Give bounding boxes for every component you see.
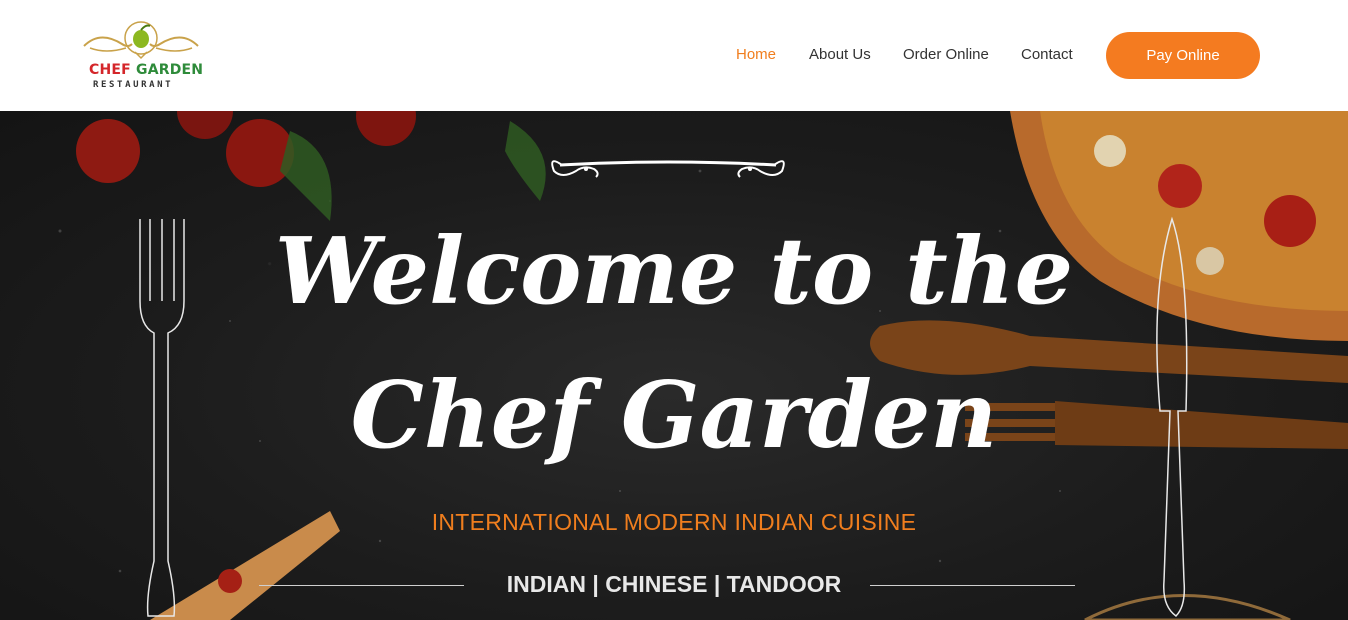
logo-wordmark: CHEF GARDEN xyxy=(89,62,203,78)
nav-home[interactable]: Home xyxy=(736,46,776,63)
site-header: CHEF GARDEN RESTAURANT Home About Us Ord… xyxy=(0,0,1348,111)
hero-subtitle: INTERNATIONAL MODERN INDIAN CUISINE xyxy=(431,509,917,535)
logo-word-chef: CHEF xyxy=(89,62,131,78)
hero-title-line-1: Welcome to the xyxy=(274,217,1074,325)
nav-order-online[interactable]: Order Online xyxy=(903,46,989,63)
logo-word-garden: GARDEN xyxy=(136,62,204,78)
logo-subtitle: RESTAURANT xyxy=(93,80,174,90)
hero-banner: Welcome to the Chef Garden INTERNATIONAL… xyxy=(0,111,1348,620)
pay-online-button[interactable]: Pay Online xyxy=(1106,32,1260,79)
divider-right xyxy=(870,585,1075,586)
nav-about-us[interactable]: About Us xyxy=(809,46,871,63)
nav-contact[interactable]: Contact xyxy=(1021,46,1073,63)
hero-title-line-2: Chef Garden xyxy=(350,361,998,469)
ornament-divider-icon xyxy=(551,160,785,178)
logo[interactable]: CHEF GARDEN RESTAURANT xyxy=(80,18,203,94)
hero-cuisines: INDIAN | CHINESE | TANDOOR xyxy=(506,571,842,597)
logo-emblem-icon xyxy=(83,21,199,60)
